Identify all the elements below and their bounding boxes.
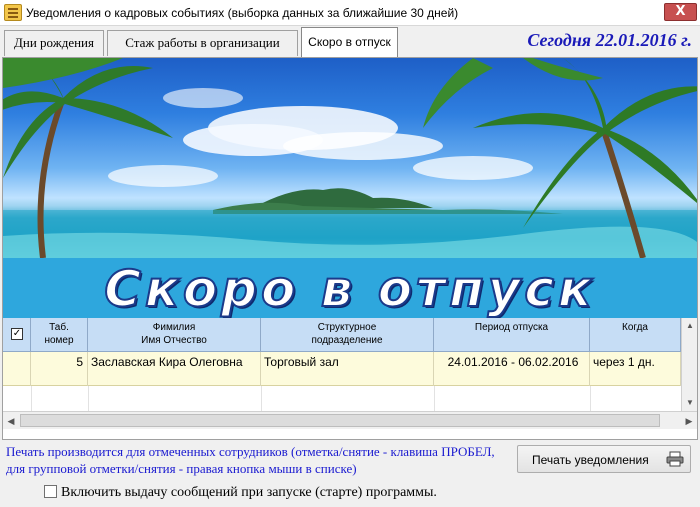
app-icon [4, 4, 22, 21]
column-header-period[interactable]: Период отпуска [434, 318, 590, 352]
cell-dept: Торговый зал [261, 352, 434, 386]
header-name-line1: Фимилия [152, 322, 196, 333]
tab-seniority[interactable]: Стаж работы в организации [107, 30, 298, 56]
headline-text: Скоро в отпуск [103, 259, 596, 318]
header-name-line2: Имя Отчество [141, 335, 207, 346]
vacation-headline-banner: Скоро в отпуск [3, 258, 697, 318]
cell-tab-no: 5 [31, 352, 88, 386]
horizontal-scroll-thumb[interactable] [20, 414, 660, 427]
tab-vacation[interactable]: Скоро в отпуск [301, 27, 398, 57]
startup-checkbox-label: Включить выдачу сообщений при запуске (с… [61, 485, 437, 500]
startup-checkbox[interactable] [44, 485, 57, 498]
grid-line [88, 386, 89, 411]
grid-line [31, 386, 32, 411]
horizontal-scrollbar[interactable]: ◀ ▶ [3, 411, 697, 429]
grid-line [434, 386, 435, 411]
close-button[interactable]: X [664, 3, 697, 21]
column-header-when[interactable]: Когда [590, 318, 681, 352]
cell-period: 24.01.2016 - 06.02.2016 [434, 352, 590, 386]
startup-notification-option[interactable]: Включить выдачу сообщений при запуске (с… [44, 485, 437, 501]
beach-illustration [3, 58, 697, 258]
grid-line [590, 386, 591, 411]
column-header-dept[interactable]: Структурное подразделение [261, 318, 434, 352]
beach-banner-image [3, 58, 697, 258]
header-tab-no-line1: Таб. [49, 322, 69, 333]
cell-when: через 1 дн. [590, 352, 681, 386]
printer-icon [666, 451, 684, 467]
scroll-up-icon[interactable]: ▲ [682, 318, 698, 334]
select-all-checkbox[interactable]: ✓ [11, 328, 23, 340]
title-bar: Уведомления о кадровых событиях (выборка… [0, 0, 700, 26]
vertical-scrollbar[interactable]: ▲ ▼ [681, 318, 697, 411]
header-when-line1: Когда [622, 322, 648, 333]
scroll-right-icon[interactable]: ▶ [681, 413, 697, 429]
cell-name: Заславская Кира Олеговна [88, 352, 261, 386]
header-dept-line2: подразделение [311, 335, 383, 346]
print-hint-text: Печать производится для отмеченных сотру… [6, 444, 495, 476]
today-date-label: Сегодня 22.01.2016 г. [527, 30, 692, 50]
column-header-name[interactable]: Фимилия Имя Отчество [88, 318, 261, 352]
scroll-down-icon[interactable]: ▼ [682, 395, 698, 411]
print-button-label: Печать уведомления [532, 453, 649, 467]
tab-birthdays[interactable]: Дни рождения [4, 30, 104, 56]
scroll-left-icon[interactable]: ◀ [3, 413, 19, 429]
tab-panel: Скоро в отпуск ✓ Таб. номер Фимилия Имя … [2, 57, 698, 440]
header-dept-line1: Структурное [317, 322, 377, 333]
grid-line [261, 386, 262, 411]
header-period-line1: Период отпуска [474, 322, 549, 333]
print-notification-button[interactable]: Печать уведомления [517, 445, 691, 473]
tab-bar: Дни рождения Стаж работы в организации С… [0, 26, 700, 58]
table-row[interactable]: 5 Заславская Кира Олеговна Торговый зал … [3, 352, 681, 386]
row-checkbox-cell[interactable] [3, 352, 31, 386]
header-select-all[interactable]: ✓ [3, 318, 31, 352]
column-header-tab-no[interactable]: Таб. номер [31, 318, 88, 352]
window-title: Уведомления о кадровых событиях (выборка… [26, 6, 459, 20]
header-tab-no-line2: номер [44, 335, 74, 346]
vacation-table[interactable]: ✓ Таб. номер Фимилия Имя Отчество Структ… [3, 318, 697, 411]
